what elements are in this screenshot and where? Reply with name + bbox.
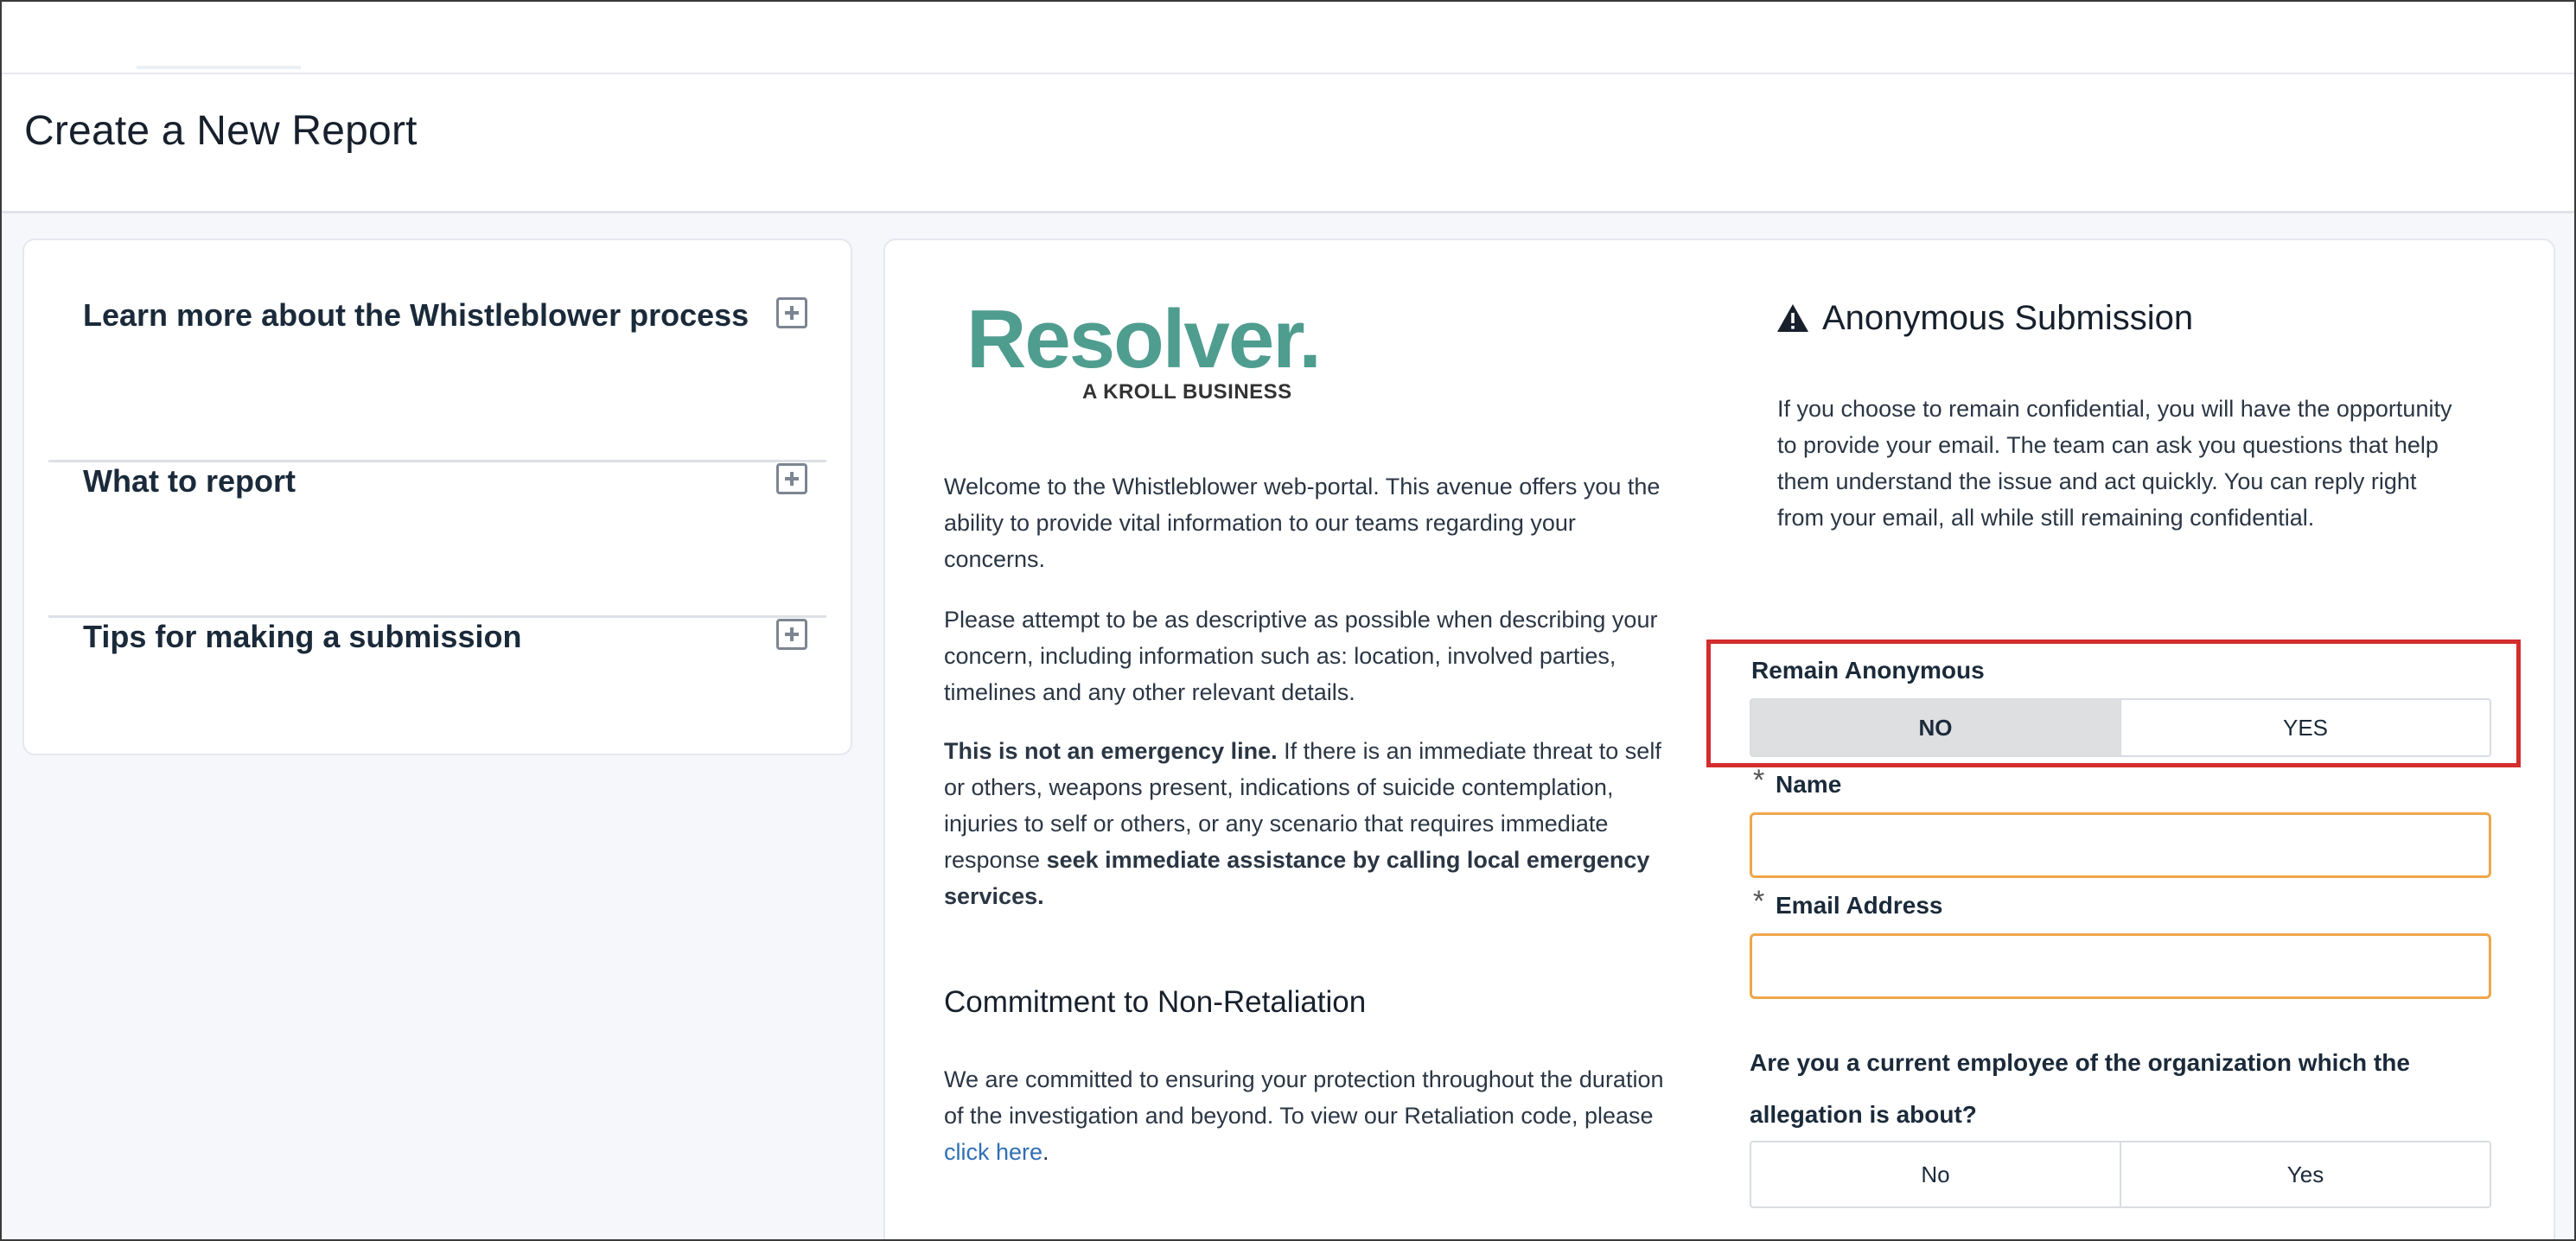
intro-paragraph-emergency: This is not an emergency line. If there … — [944, 733, 1680, 914]
retaliation-end: . — [1043, 1139, 1049, 1165]
retaliation-code-link[interactable]: click here — [944, 1139, 1043, 1165]
anonymous-submission-text: If you choose to remain confidential, yo… — [1777, 396, 2452, 531]
accordion-divider — [48, 460, 826, 462]
employee-no-option[interactable]: No — [1751, 1142, 2120, 1206]
intro-paragraph-welcome: Welcome to the Whistleblower web-portal.… — [944, 474, 1661, 572]
expand-plus-icon[interactable] — [776, 463, 807, 494]
warning-triangle-icon — [1777, 304, 1808, 332]
accordion-divider — [48, 615, 826, 618]
page-header: Create a New Report — [2, 74, 2574, 213]
emergency-advice: seek immediate assistance by calling loc… — [944, 847, 1650, 909]
remain-anonymous-no-option[interactable]: NO — [1751, 700, 2120, 755]
top-navigation-bar — [2, 2, 2574, 74]
intro-paragraph-descriptive: Please attempt to be as descriptive as p… — [944, 607, 1658, 705]
accordion-label: What to report — [83, 463, 296, 499]
logo-wordmark: Resolver. — [966, 293, 1322, 385]
retaliation-heading: Commitment to Non-Retaliation — [944, 985, 1367, 1019]
remain-anonymous-yes-option[interactable]: YES — [2120, 700, 2490, 755]
employee-yes-option[interactable]: Yes — [2120, 1142, 2490, 1206]
accordion-item-whistleblower-process[interactable]: Learn more about the Whistleblower proce… — [48, 275, 826, 422]
browser-frame: Create a New Report Learn more about the… — [0, 0, 2576, 1241]
retaliation-text: We are committed to ensuring your protec… — [944, 1066, 1664, 1129]
emergency-warning: This is not an emergency line. — [944, 738, 1278, 764]
accordion-item-tips-submission[interactable]: Tips for making a submission — [48, 619, 826, 766]
page-title: Create a New Report — [24, 108, 418, 154]
info-accordion-card: Learn more about the Whistleblower proce… — [22, 239, 852, 755]
remain-anonymous-label: Remain Anonymous — [1751, 657, 1985, 684]
name-field[interactable] — [1750, 812, 2491, 878]
anonymous-submission-title: Anonymous Submission — [1822, 299, 2194, 337]
expand-plus-icon[interactable] — [776, 619, 807, 650]
email-field[interactable] — [1750, 933, 2491, 999]
employee-toggle[interactable]: No Yes — [1750, 1141, 2491, 1208]
name-label: Name — [1776, 771, 1842, 798]
accordion-label: Tips for making a submission — [83, 619, 522, 654]
remain-anonymous-toggle[interactable]: NO YES — [1750, 698, 2491, 757]
expand-plus-icon[interactable] — [776, 297, 807, 328]
required-asterisk: * — [1753, 885, 1765, 918]
nav-placeholder — [137, 66, 301, 69]
accordion-item-what-to-report[interactable]: What to report — [48, 463, 826, 610]
resolver-logo: Resolver. A KROLL BUSINESS — [940, 292, 1322, 422]
required-asterisk: * — [1753, 764, 1765, 797]
accordion-label: Learn more about the Whistleblower proce… — [83, 297, 749, 333]
employee-question: Are you a current employee of the organi… — [1750, 1049, 2410, 1128]
retaliation-paragraph: We are committed to ensuring your protec… — [944, 1061, 1680, 1170]
logo-tagline: A KROLL BUSINESS — [1082, 380, 1292, 404]
email-label: Email Address — [1776, 892, 1943, 919]
